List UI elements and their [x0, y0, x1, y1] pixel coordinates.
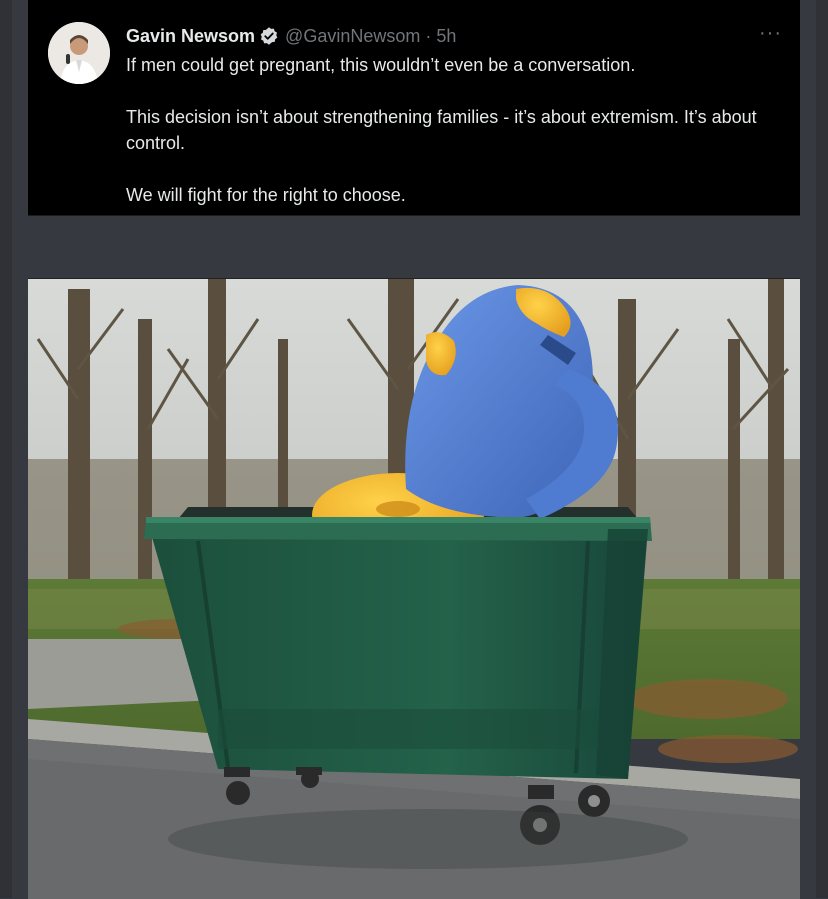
avatar-image [48, 22, 110, 84]
tweet-timestamp[interactable]: 5h [436, 26, 456, 47]
separator-dot: · [425, 25, 432, 46]
author-name[interactable]: Gavin Newsom [126, 26, 255, 47]
author-handle[interactable]: @GavinNewsom [285, 26, 420, 47]
more-options-icon[interactable]: ··· [759, 22, 782, 45]
tweet-header: Gavin Newsom @GavinNewsom · 5h [126, 24, 456, 48]
dumpster-emoji-illustration [28, 279, 800, 899]
verified-badge-icon [260, 27, 278, 45]
tweet-card[interactable]: Gavin Newsom @GavinNewsom · 5h ··· If me… [28, 0, 800, 216]
avatar[interactable] [48, 22, 110, 84]
right-rail [816, 0, 828, 898]
tweet-paragraph: This decision isn’t about strengthening … [126, 107, 757, 153]
tweet-paragraph: We will fight for the right to choose. [126, 185, 406, 205]
tweet-paragraph: If men could get pregnant, this wouldn’t… [126, 55, 636, 75]
meme-image[interactable] [28, 278, 800, 899]
tweet-text: If men could get pregnant, this wouldn’t… [126, 52, 776, 208]
left-rail [0, 0, 12, 898]
